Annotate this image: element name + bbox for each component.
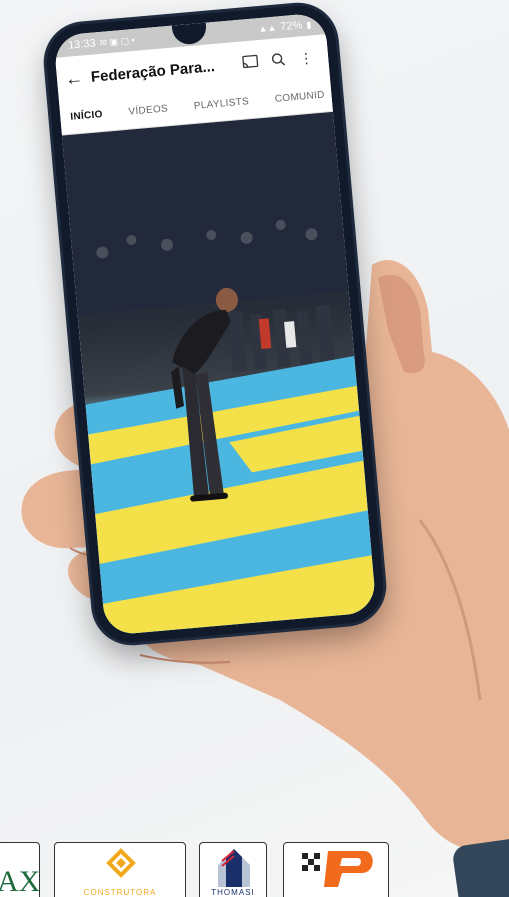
sponsor-thomasi-text: THOMASI bbox=[211, 888, 255, 897]
sponsor-row: AX CONSTRUTORA THOMASI bbox=[0, 842, 509, 897]
status-battery: 72% bbox=[279, 19, 303, 34]
signal-icon: ▲▲ bbox=[258, 22, 277, 35]
p-logo-icon bbox=[302, 851, 373, 887]
channel-banner-image[interactable] bbox=[61, 111, 377, 636]
sponsor-logo-thomasi[interactable]: THOMASI bbox=[199, 842, 267, 897]
sponsor-logo-ax[interactable]: AX bbox=[0, 842, 40, 897]
battery-icon: ▮ bbox=[305, 18, 312, 30]
sponsor-ax-text: AX bbox=[0, 865, 40, 897]
tab-inicio[interactable]: INÍCIO bbox=[70, 109, 103, 123]
tab-videos[interactable]: VÍDEOS bbox=[128, 103, 168, 117]
sponsor-logo-construtora[interactable]: CONSTRUTORA bbox=[54, 842, 186, 897]
sponsor-logo-p[interactable]: P bbox=[283, 842, 389, 897]
scene: 13:33 ✉ ▣ ▢ • ▲▲ 72% ▮ ← Federação Para.… bbox=[0, 0, 509, 897]
search-icon[interactable] bbox=[264, 51, 293, 70]
cast-icon[interactable] bbox=[236, 53, 265, 72]
status-time: 13:33 bbox=[67, 37, 97, 52]
arrow-left-icon[interactable]: ← bbox=[64, 66, 92, 89]
tab-comunidade[interactable]: COMUNID bbox=[274, 90, 325, 105]
phone: 13:33 ✉ ▣ ▢ • ▲▲ 72% ▮ ← Federação Para.… bbox=[43, 2, 387, 646]
phone-screen: 13:33 ✉ ▣ ▢ • ▲▲ 72% ▮ ← Federação Para.… bbox=[53, 12, 377, 636]
tab-playlists[interactable]: PLAYLISTS bbox=[193, 96, 249, 112]
more-vert-icon[interactable]: ⋮ bbox=[291, 48, 320, 67]
channel-title: Federação Para... bbox=[90, 57, 216, 86]
sponsor-construtora-text: CONSTRUTORA bbox=[83, 888, 157, 897]
notification-icons: ✉ ▣ ▢ • bbox=[99, 34, 136, 48]
judo-scene bbox=[61, 111, 377, 636]
sleeve bbox=[451, 837, 509, 897]
